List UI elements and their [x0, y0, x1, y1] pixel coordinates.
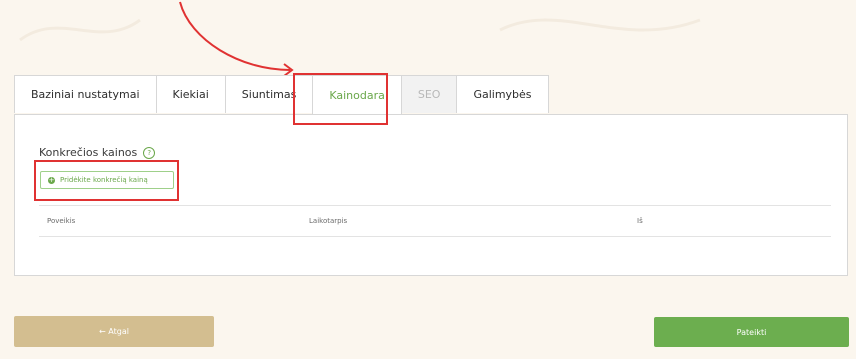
add-specific-price-label: Pridėkite konkrečią kainą [60, 176, 148, 184]
column-header-from: Iš [637, 217, 643, 225]
plus-icon: + [48, 175, 55, 184]
annotation-arrow [179, 1, 294, 77]
pricing-panel: Konkrečios kainos ? + Pridėkite konkreči… [14, 114, 848, 276]
add-specific-price-button[interactable]: + Pridėkite konkrečią kainą [40, 171, 174, 189]
background-decoration [19, 18, 701, 42]
tab-seo[interactable]: SEO [400, 75, 458, 113]
help-icon[interactable]: ? [143, 146, 156, 159]
tab-basic-settings[interactable]: Baziniai nustatymai [14, 75, 157, 113]
specific-prices-heading: Konkrečios kainos ? [39, 146, 156, 159]
tab-pricing[interactable]: Kainodara [312, 75, 402, 115]
specific-prices-title: Konkrečios kainos [39, 146, 138, 159]
tab-shipping[interactable]: Siuntimas [224, 75, 314, 113]
specific-prices-table-header: Poveikis Laikotarpis Iš [39, 205, 831, 237]
back-button[interactable]: ← Atgal [14, 316, 214, 347]
tab-options[interactable]: Galimybės [456, 75, 549, 113]
column-header-effect: Poveikis [47, 217, 76, 225]
column-header-period: Laikotarpis [309, 217, 348, 225]
submit-button[interactable]: Pateikti [654, 317, 849, 347]
tab-quantities[interactable]: Kiekiai [155, 75, 226, 113]
tab-bar: Baziniai nustatymai Kiekiai Siuntimas Ka… [14, 75, 549, 115]
